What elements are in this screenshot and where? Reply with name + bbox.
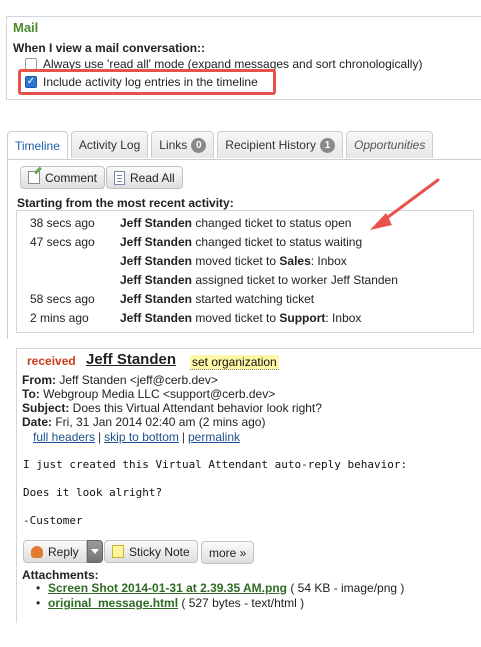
annotation-arrow-icon bbox=[370, 178, 440, 230]
mail-section-title: Mail bbox=[13, 20, 39, 35]
tab-recipient-history[interactable]: Recipient History 1 bbox=[217, 131, 343, 158]
reply-icon bbox=[31, 545, 43, 558]
activity-entry: 2 mins ago Jeff Standen moved ticket to … bbox=[30, 311, 362, 325]
attachment-item: original_message.html ( 527 bytes - text… bbox=[36, 596, 304, 610]
skip-to-bottom-link[interactable]: skip to bottom bbox=[104, 430, 179, 444]
mail-view-question: When I view a mail conversation:: bbox=[13, 41, 206, 55]
header-from: From: Jeff Standen <jeff@cerb.dev> bbox=[22, 373, 218, 387]
include-activity-checkbox[interactable]: ✓ bbox=[25, 76, 37, 88]
activity-actor[interactable]: Jeff Standen bbox=[120, 235, 192, 249]
more-button[interactable]: more » bbox=[201, 541, 255, 564]
activity-actor[interactable]: Jeff Standen bbox=[120, 254, 192, 268]
document-icon bbox=[114, 170, 125, 185]
activity-label: Starting from the most recent activity: bbox=[17, 196, 234, 210]
comment-button[interactable]: Comment bbox=[20, 166, 106, 189]
attachments-label: Attachments: bbox=[22, 568, 99, 582]
activity-time: 2 mins ago bbox=[30, 311, 89, 325]
activity-entry: 58 secs ago Jeff Standen started watchin… bbox=[30, 292, 315, 306]
include-activity-label: Include activity log entries in the time… bbox=[43, 75, 258, 89]
message-body-line: I just created this Virtual Attendant au… bbox=[23, 458, 408, 471]
reply-group: Reply bbox=[23, 540, 103, 563]
activity-actor[interactable]: Jeff Standen bbox=[120, 273, 192, 287]
permalink-link[interactable]: permalink bbox=[188, 430, 240, 444]
links-count-badge: 0 bbox=[191, 137, 207, 153]
activity-actor[interactable]: Jeff Standen bbox=[120, 292, 192, 306]
header-subject: Subject: Does this Virtual Attendant beh… bbox=[22, 401, 322, 415]
activity-time: 47 secs ago bbox=[30, 235, 95, 249]
activity-actor[interactable]: Jeff Standen bbox=[120, 311, 192, 325]
activity-entry: Jeff Standen moved ticket to Sales: Inbo… bbox=[120, 254, 347, 268]
message-body-line: Does it look alright? bbox=[23, 486, 163, 499]
message-links: full headers | skip to bottom | permalink bbox=[33, 430, 241, 444]
sticky-note-button[interactable]: Sticky Note bbox=[104, 540, 198, 563]
sticky-note-icon bbox=[112, 545, 124, 558]
activity-time: 58 secs ago bbox=[30, 292, 95, 306]
attachment-item: Screen Shot 2014-01-31 at 2.39.35 AM.png… bbox=[36, 581, 404, 595]
tab-links[interactable]: Links 0 bbox=[151, 131, 215, 158]
recipient-history-count-badge: 1 bbox=[319, 137, 335, 153]
set-organization-link[interactable]: set organization bbox=[190, 355, 279, 370]
header-to: To: Webgroup Media LLC <support@cerb.dev… bbox=[22, 387, 276, 401]
tab-timeline[interactable]: Timeline bbox=[7, 131, 68, 160]
activity-actor[interactable]: Jeff Standen bbox=[120, 216, 192, 230]
option-include-activity[interactable]: ✓ Include activity log entries in the ti… bbox=[25, 75, 258, 89]
reply-dropdown-button[interactable] bbox=[86, 540, 103, 563]
read-all-button[interactable]: Read All bbox=[106, 166, 183, 189]
ticket-tabs: Timeline Activity Log Links 0 Recipient H… bbox=[7, 131, 434, 160]
full-headers-link[interactable]: full headers bbox=[33, 430, 95, 444]
message-status: received bbox=[27, 354, 76, 368]
tab-activity-log[interactable]: Activity Log bbox=[70, 131, 149, 158]
attachment-link[interactable]: original_message.html bbox=[48, 596, 178, 610]
activity-time: 38 secs ago bbox=[30, 216, 95, 230]
reply-button[interactable]: Reply bbox=[23, 540, 87, 563]
activity-entry: Jeff Standen assigned ticket to worker J… bbox=[120, 273, 398, 287]
attachment-link[interactable]: Screen Shot 2014-01-31 at 2.39.35 AM.png bbox=[48, 581, 287, 595]
message-body-line: -Customer bbox=[23, 514, 83, 527]
message-sender-link[interactable]: Jeff Standen bbox=[86, 351, 176, 368]
header-date: Date: Fri, 31 Jan 2014 02:40 am (2 mins … bbox=[22, 415, 266, 429]
comment-icon bbox=[28, 171, 40, 184]
tab-opportunities[interactable]: Opportunities bbox=[345, 131, 434, 158]
